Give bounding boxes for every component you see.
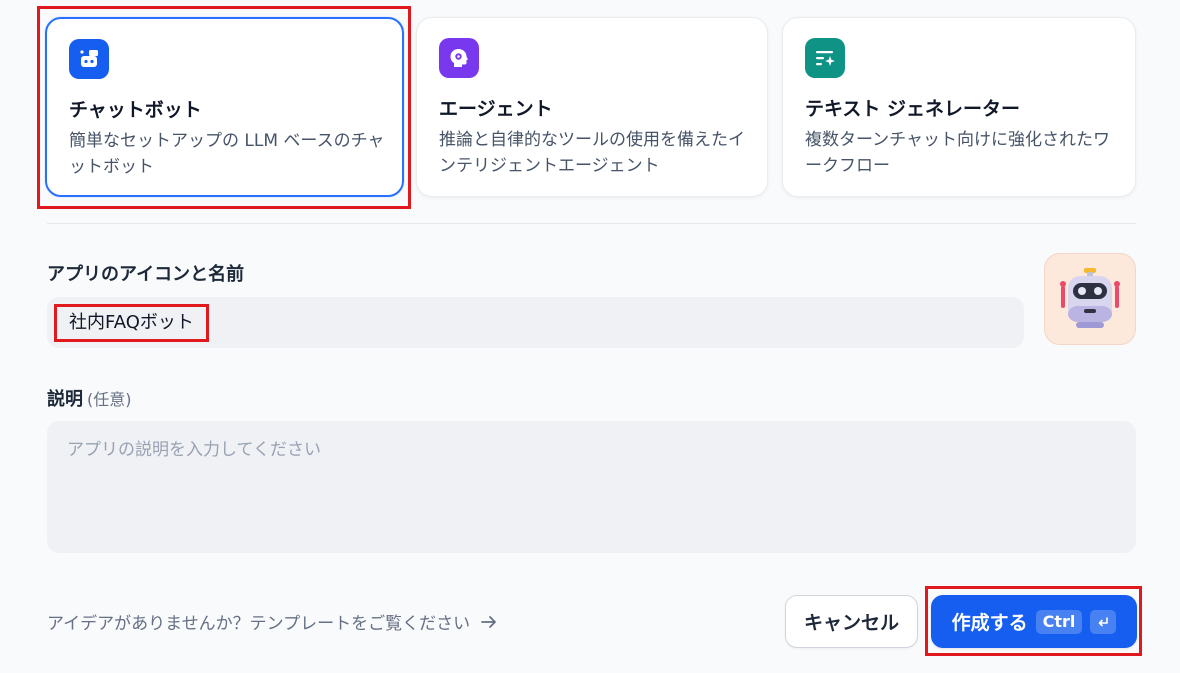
app-type-title: エージェント xyxy=(439,98,553,120)
robot-icon xyxy=(1060,268,1120,328)
cancel-button-label: キャンセル xyxy=(803,612,899,634)
description-label: 説明 (任意) xyxy=(47,385,132,411)
app-name-input[interactable]: 社内FAQボット xyxy=(47,297,1024,348)
app-type-card-chatbot[interactable]: チャットボット 簡単なセットアップの LLM ベースのチャットボット xyxy=(45,17,404,197)
chatbot-icon xyxy=(69,39,109,79)
text-generator-icon xyxy=(805,38,845,78)
template-hint-text: アイデアがありませんか？テンプレートをご覧ください xyxy=(47,614,471,634)
app-type-description: 複数ターンチャット向けに強化されたワークフロー xyxy=(805,130,1110,176)
shortcut-ctrl-key: Ctrl xyxy=(1035,609,1083,634)
agent-icon xyxy=(439,38,479,78)
app-type-card-agent[interactable]: エージェント 推論と自律的なツールの使用を備えたインテリジェントエージェント xyxy=(416,17,768,197)
cancel-button[interactable]: キャンセル xyxy=(785,595,918,648)
app-name-label: アプリのアイコンと名前 xyxy=(47,264,245,285)
create-app-dialog: チャットボット 簡単なセットアップの LLM ベースのチャットボット エージェン… xyxy=(0,0,1180,673)
divider xyxy=(47,223,1136,224)
app-type-card-text-generator[interactable]: テキスト ジェネレーター 複数ターンチャット向けに強化されたワークフロー xyxy=(782,17,1136,197)
description-textarea[interactable]: アプリの説明を入力してください xyxy=(47,421,1136,553)
app-type-title: テキスト ジェネレーター xyxy=(805,98,1021,120)
template-hint-link[interactable]: アイデアがありませんか？テンプレートをご覧ください xyxy=(47,609,498,634)
arrow-right-icon xyxy=(481,615,497,628)
app-type-description: 推論と自律的なツールの使用を備えたインテリジェントエージェント xyxy=(439,130,745,176)
create-button[interactable]: 作成する Ctrl xyxy=(931,595,1137,648)
enter-key-icon xyxy=(1090,609,1117,634)
description-label-text: 説明 xyxy=(47,389,83,410)
app-type-description: 簡単なセットアップの LLM ベースのチャットボット xyxy=(69,131,385,177)
create-button-label: 作成する xyxy=(951,612,1028,634)
app-type-title: チャットボット xyxy=(69,99,202,121)
optional-label: (任意) xyxy=(87,390,132,409)
description-placeholder: アプリの説明を入力してください xyxy=(67,440,321,460)
app-avatar-button[interactable] xyxy=(1044,253,1136,345)
